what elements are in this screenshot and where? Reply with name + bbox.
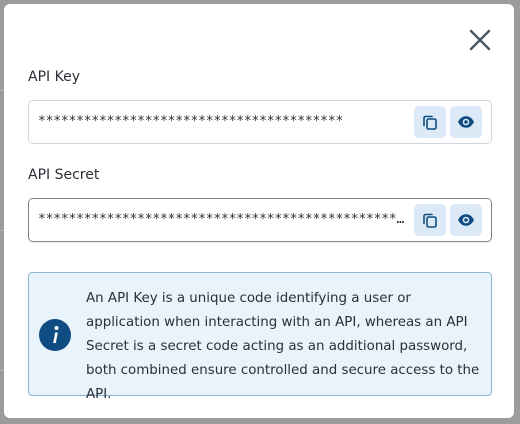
copy-api-key-button[interactable] (414, 106, 446, 138)
show-api-key-button[interactable] (450, 106, 482, 138)
eye-icon (458, 116, 474, 128)
copy-icon (423, 213, 437, 228)
info-text: An API Key is a unique code identifying … (86, 291, 480, 402)
info-icon (39, 319, 71, 351)
close-icon (469, 29, 491, 51)
api-key-label: API Key (28, 69, 80, 85)
api-credentials-dialog: API Key ********************************… (4, 4, 514, 418)
show-api-secret-button[interactable] (450, 204, 482, 236)
close-button[interactable] (468, 28, 492, 52)
copy-api-secret-button[interactable] (414, 204, 446, 236)
api-key-field[interactable]: **************************************** (28, 100, 492, 144)
info-callout: An API Key is a unique code identifying … (28, 272, 492, 402)
copy-icon (423, 115, 437, 130)
api-key-value: **************************************** (38, 114, 344, 129)
api-secret-field[interactable]: ****************************************… (28, 198, 492, 242)
api-secret-label: API Secret (28, 167, 100, 183)
eye-icon (458, 214, 474, 226)
api-secret-value: ****************************************… (38, 212, 408, 227)
